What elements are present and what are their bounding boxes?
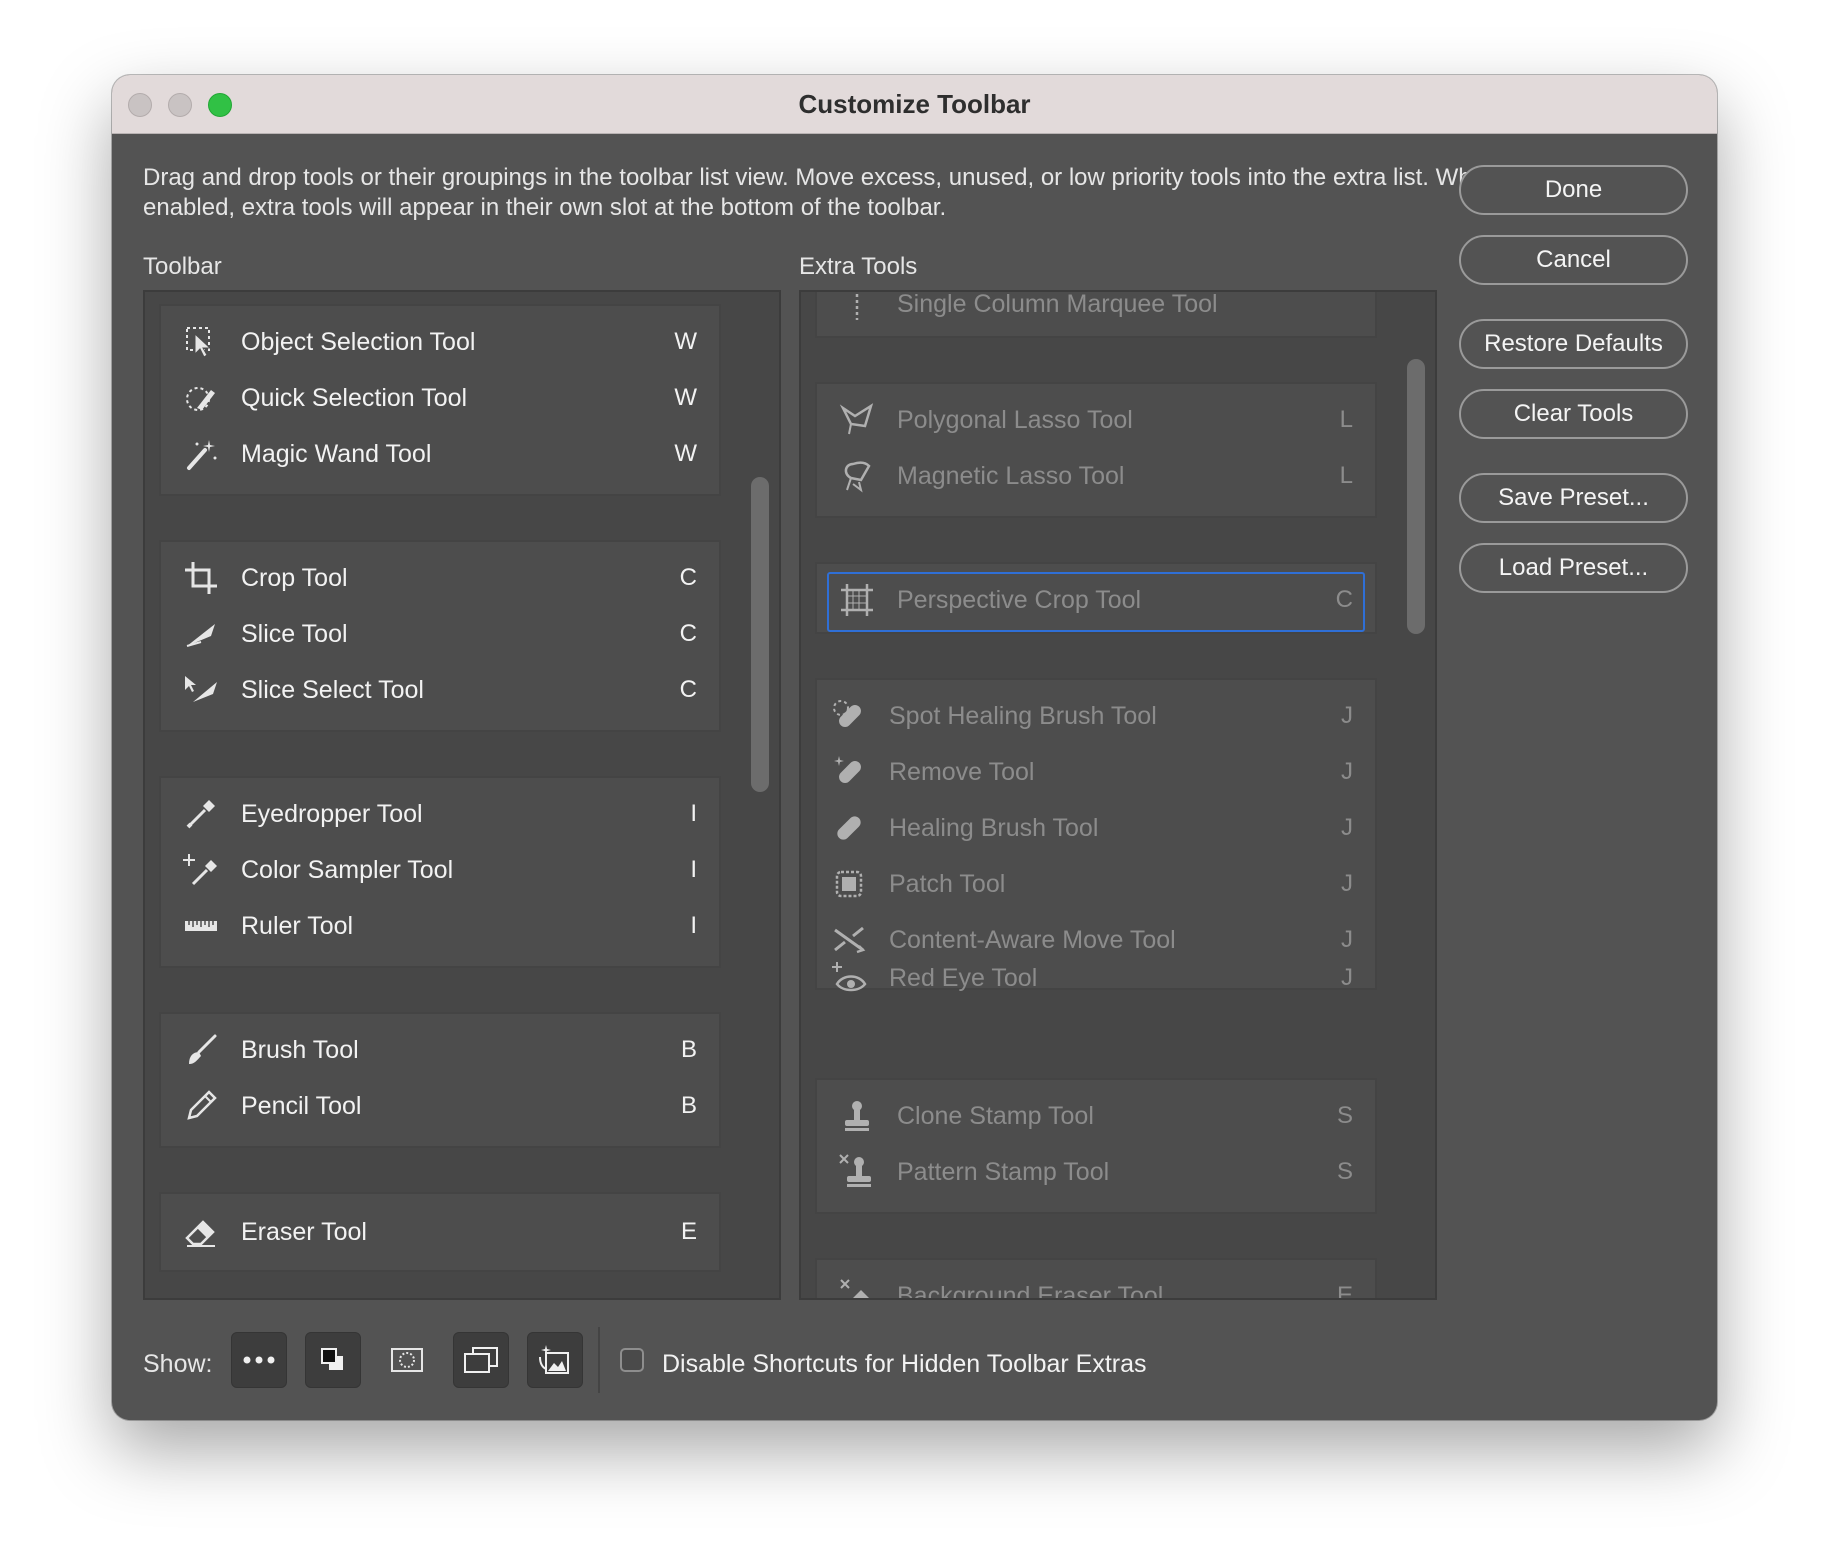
content-aware-move-icon <box>831 922 867 958</box>
pattern-stamp-icon <box>839 1154 875 1190</box>
restore-defaults-button[interactable]: Restore Defaults <box>1459 319 1688 369</box>
done-button[interactable]: Done <box>1459 165 1688 215</box>
tool-group[interactable]: Clone Stamp Tool S Pattern Stamp Tool S <box>815 1078 1377 1214</box>
show-colors-toggle[interactable] <box>305 1332 361 1388</box>
window-title: Customize Toolbar <box>798 89 1031 119</box>
screen-mode-icon <box>463 1346 499 1374</box>
tool-row-quick-selection[interactable]: Quick Selection Tool W <box>161 370 719 426</box>
tool-row-crop[interactable]: Crop Tool C <box>161 550 719 606</box>
tool-group[interactable]: Eraser Tool E <box>159 1192 721 1272</box>
tool-group[interactable]: Spot Healing Brush Tool J Remove Tool J … <box>815 678 1377 992</box>
red-eye-icon <box>831 960 867 996</box>
healing-brush-icon <box>831 810 867 846</box>
eyedropper-icon <box>183 796 219 832</box>
tool-row-remove[interactable]: Remove Tool J <box>817 744 1375 800</box>
remove-tool-icon <box>831 754 867 790</box>
show-generative-toggle[interactable] <box>527 1332 583 1388</box>
color-sampler-icon <box>183 852 219 888</box>
quick-mask-icon <box>390 1347 424 1373</box>
tool-group[interactable]: Crop Tool C Slice Tool C Slice Select To… <box>159 540 721 732</box>
footer-divider <box>598 1327 600 1393</box>
extra-tools-label: Extra Tools <box>799 253 918 280</box>
tool-row-eyedropper[interactable]: Eyedropper Tool I <box>161 786 719 842</box>
toolbar-scrollbar[interactable] <box>751 477 769 792</box>
slice-icon <box>183 616 219 652</box>
pencil-icon <box>183 1088 219 1124</box>
show-screen-mode-toggle[interactable] <box>453 1332 509 1388</box>
tool-row-slice[interactable]: Slice Tool C <box>161 606 719 662</box>
spot-healing-icon <box>831 698 867 734</box>
tool-row-slice-select[interactable]: Slice Select Tool C <box>161 662 719 718</box>
description-text: Drag and drop tools or their groupings i… <box>143 164 1499 221</box>
tool-group[interactable]: Brush Tool B Pencil Tool B <box>159 1012 721 1148</box>
tool-row-healing-brush[interactable]: Healing Brush Tool J <box>817 800 1375 856</box>
tool-row-color-sampler[interactable]: Color Sampler Tool I <box>161 842 719 898</box>
tool-group[interactable]: Single Column Marquee Tool <box>815 292 1377 338</box>
background-eraser-icon <box>839 1278 875 1298</box>
clone-stamp-icon <box>839 1098 875 1134</box>
tool-row-background-eraser[interactable]: Background Eraser Tool E <box>817 1268 1375 1298</box>
tool-row-perspective-crop[interactable]: Perspective Crop Tool C <box>817 572 1375 628</box>
disable-shortcuts-label[interactable]: Disable Shortcuts for Hidden Toolbar Ext… <box>662 1350 1147 1379</box>
toolbar-label: Toolbar <box>143 253 222 280</box>
polygonal-lasso-icon <box>839 402 875 438</box>
tool-group[interactable]: Object Selection Tool W Quick Selection … <box>159 304 721 496</box>
magic-wand-icon <box>183 436 219 472</box>
tool-group[interactable]: Background Eraser Tool E <box>815 1258 1377 1298</box>
show-extra-tools-toggle[interactable] <box>231 1332 287 1388</box>
crop-icon <box>183 560 219 596</box>
tool-row-red-eye[interactable]: Red Eye Tool J <box>817 962 1375 992</box>
foreground-background-icon <box>320 1347 346 1373</box>
tool-row-patch[interactable]: Patch Tool J <box>817 856 1375 912</box>
tool-row-ruler[interactable]: Ruler Tool I <box>161 898 719 954</box>
tool-row-pencil[interactable]: Pencil Tool B <box>161 1078 719 1134</box>
tool-row-content-aware-move[interactable]: Content-Aware Move Tool J <box>817 912 1375 968</box>
ruler-icon <box>183 908 219 944</box>
cancel-button[interactable]: Cancel <box>1459 235 1688 285</box>
tool-row-object-selection[interactable]: Object Selection Tool W <box>161 314 719 370</box>
load-preset-button[interactable]: Load Preset... <box>1459 543 1688 593</box>
tool-row-magic-wand[interactable]: Magic Wand Tool W <box>161 426 719 482</box>
show-quick-mask-toggle[interactable] <box>379 1332 435 1388</box>
tool-row-brush[interactable]: Brush Tool B <box>161 1022 719 1078</box>
quick-selection-icon <box>183 380 219 416</box>
clear-tools-button[interactable]: Clear Tools <box>1459 389 1688 439</box>
tool-row-magnetic-lasso[interactable]: Magnetic Lasso Tool L <box>817 448 1375 504</box>
title-bar: Customize Toolbar <box>112 75 1717 134</box>
tool-row-polygonal-lasso[interactable]: Polygonal Lasso Tool L <box>817 392 1375 448</box>
tool-row-clone-stamp[interactable]: Clone Stamp Tool S <box>817 1088 1375 1144</box>
disable-shortcuts-checkbox[interactable] <box>620 1348 644 1372</box>
tool-row-single-column-marquee[interactable]: Single Column Marquee Tool <box>817 292 1375 332</box>
eraser-icon <box>183 1214 219 1250</box>
more-icon <box>242 1355 276 1365</box>
object-selection-icon <box>183 324 219 360</box>
extra-tools-list[interactable]: Single Column Marquee Tool Polygonal Las… <box>799 290 1437 1300</box>
tool-group[interactable]: Eyedropper Tool I Color Sampler Tool I R… <box>159 776 721 968</box>
generative-icon <box>538 1343 572 1377</box>
extra-tools-scrollbar[interactable] <box>1407 359 1425 634</box>
tool-group[interactable]: Perspective Crop Tool C <box>815 562 1377 634</box>
tool-row-spot-healing[interactable]: Spot Healing Brush Tool J <box>817 688 1375 744</box>
perspective-crop-icon <box>839 582 875 618</box>
tool-row-pattern-stamp[interactable]: Pattern Stamp Tool S <box>817 1144 1375 1200</box>
toolbar-list[interactable]: Object Selection Tool W Quick Selection … <box>143 290 781 1300</box>
slice-select-icon <box>183 672 219 708</box>
customize-toolbar-dialog: Customize Toolbar Drag and drop tools or… <box>112 75 1717 1420</box>
tool-row-eraser[interactable]: Eraser Tool E <box>161 1204 719 1260</box>
show-label: Show: <box>143 1350 213 1378</box>
tool-group[interactable]: Polygonal Lasso Tool L Magnetic Lasso To… <box>815 382 1377 518</box>
brush-icon <box>183 1032 219 1068</box>
magnetic-lasso-icon <box>839 458 875 494</box>
save-preset-button[interactable]: Save Preset... <box>1459 473 1688 523</box>
single-column-marquee-icon <box>839 292 875 322</box>
patch-icon <box>831 866 867 902</box>
